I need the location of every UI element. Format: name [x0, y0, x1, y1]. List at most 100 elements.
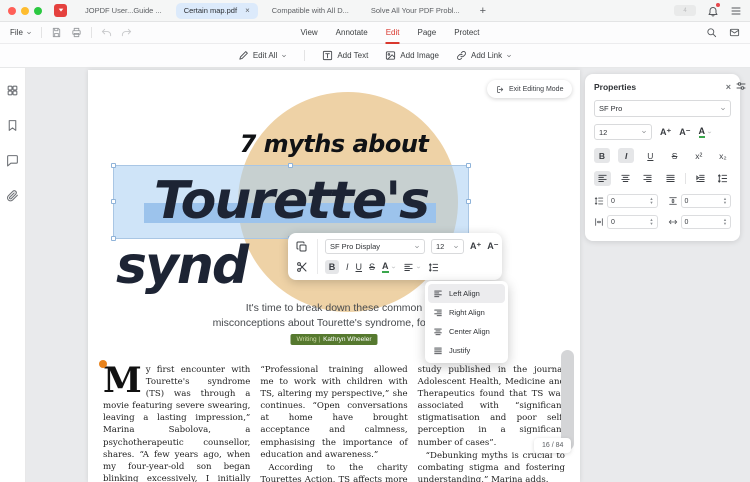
scrollbar-thumb[interactable]: [561, 350, 574, 450]
selection-handle[interactable]: [288, 163, 293, 168]
font-size-select[interactable]: 12: [431, 239, 464, 254]
font-color-button[interactable]: A: [699, 127, 713, 138]
spinner-value[interactable]: 0: [685, 198, 689, 205]
italic-button[interactable]: I: [346, 262, 349, 272]
indent-decrease-button[interactable]: [692, 171, 709, 186]
mail-icon[interactable]: [729, 27, 740, 38]
undo-icon[interactable]: [101, 27, 112, 38]
italic-button[interactable]: I: [618, 148, 634, 163]
text-selection-box[interactable]: Tourette's: [113, 165, 469, 239]
underline-button[interactable]: U: [642, 148, 658, 163]
page-indicator[interactable]: 16 / 84: [534, 438, 571, 453]
spinner-arrows[interactable]: ▲▼: [723, 197, 727, 205]
panel-toggle-button[interactable]: [735, 80, 747, 92]
close-icon[interactable]: ×: [726, 82, 731, 92]
align-justify-icon: [433, 346, 443, 356]
tab-compatible[interactable]: Compatible with All D...: [264, 3, 357, 19]
comment-icon[interactable]: [6, 154, 19, 167]
print-icon[interactable]: [71, 27, 82, 38]
line-spacing-stepper[interactable]: 0 ▲▼: [594, 194, 658, 208]
close-window-button[interactable]: [8, 7, 16, 15]
new-tab-button[interactable]: +: [474, 5, 492, 17]
exit-editing-mode-button[interactable]: Exit Editing Mode: [487, 80, 572, 98]
menu-item-view[interactable]: View: [300, 22, 317, 44]
selection-handle[interactable]: [111, 199, 116, 204]
font-color-button[interactable]: A: [382, 262, 396, 273]
orange-dot: [99, 360, 107, 368]
tab-solve[interactable]: Solve All Your PDF Probl...: [363, 3, 468, 19]
redo-icon[interactable]: [121, 27, 132, 38]
hamburger-menu-icon[interactable]: [730, 5, 742, 17]
selection-handle[interactable]: [466, 199, 471, 204]
menu-item-edit[interactable]: Edit: [386, 22, 400, 44]
minimize-window-button[interactable]: [21, 7, 29, 15]
indent-decrease-icon: [695, 173, 706, 184]
tab-certain-map[interactable]: Certain map.pdf ×: [176, 3, 258, 19]
scissors-icon[interactable]: [296, 261, 308, 273]
selection-handle[interactable]: [466, 163, 471, 168]
add-link-button[interactable]: Add Link: [456, 50, 512, 61]
selection-handle[interactable]: [111, 163, 116, 168]
superscript-button[interactable]: x²: [691, 148, 707, 163]
paperclip-icon[interactable]: [6, 189, 19, 202]
character-spacing-icon: [594, 217, 604, 227]
notifications-button[interactable]: [707, 5, 719, 17]
menu-item-annotate[interactable]: Annotate: [336, 22, 368, 44]
spinner-arrows[interactable]: ▲▼: [650, 197, 654, 205]
character-spacing-stepper[interactable]: 0 ▲▼: [594, 215, 658, 229]
menu-item-justify[interactable]: Justify: [428, 341, 505, 360]
spinner-value[interactable]: 0: [685, 219, 689, 226]
spinner-value[interactable]: 0: [611, 198, 615, 205]
alignment-button[interactable]: [403, 262, 421, 273]
tab-jopdf-user-guide[interactable]: JOPDF User...Guide ...: [77, 3, 170, 19]
menu-item-protect[interactable]: Protect: [454, 22, 479, 44]
alignment-dropdown-menu: Left Align Right Align Center Align Just…: [425, 281, 508, 363]
heading-line-3[interactable]: synd: [116, 236, 247, 296]
edit-all-button[interactable]: Edit All: [238, 50, 287, 61]
font-family-select[interactable]: SF Pro Display: [325, 239, 425, 254]
properties-font-select[interactable]: SF Pro: [594, 100, 731, 117]
titlebar-badge[interactable]: 4: [674, 5, 696, 16]
align-right-button[interactable]: [639, 171, 656, 186]
align-center-button[interactable]: [617, 171, 634, 186]
decrease-font-button[interactable]: A⁻: [487, 241, 498, 252]
add-text-button[interactable]: Add Text: [322, 50, 368, 61]
increase-font-button[interactable]: A⁺: [660, 127, 671, 138]
underline-button[interactable]: U: [356, 262, 363, 272]
thumbnails-grid-icon[interactable]: [6, 84, 19, 97]
spinner-value[interactable]: 0: [611, 219, 615, 226]
properties-size-select[interactable]: 12: [594, 124, 652, 140]
indent-increase-button[interactable]: [714, 171, 731, 186]
align-justify-button[interactable]: [662, 171, 679, 186]
bold-button[interactable]: B: [325, 260, 339, 274]
strikethrough-button[interactable]: S: [667, 148, 683, 163]
increase-font-button[interactable]: A⁺: [470, 241, 481, 252]
menu-item-page[interactable]: Page: [418, 22, 437, 44]
tab-close-icon[interactable]: ×: [245, 6, 250, 15]
bookmark-icon[interactable]: [6, 119, 19, 132]
bold-button[interactable]: B: [594, 148, 610, 163]
maximize-window-button[interactable]: [34, 7, 42, 15]
horizontal-scale-stepper[interactable]: 0 ▲▼: [668, 215, 732, 229]
save-icon[interactable]: [51, 27, 62, 38]
spinner-arrows[interactable]: ▲▼: [650, 218, 654, 226]
strikethrough-button[interactable]: S: [369, 262, 375, 272]
menu-item-right-align[interactable]: Right Align: [428, 303, 505, 322]
line-spacing-icon[interactable]: [428, 262, 439, 273]
file-menu-button[interactable]: File: [10, 28, 32, 37]
menu-item-label: Center Align: [449, 327, 490, 336]
search-icon[interactable]: [706, 27, 717, 38]
decrease-font-button[interactable]: A⁻: [679, 127, 690, 138]
align-left-button[interactable]: [594, 171, 611, 186]
copy-icon[interactable]: [296, 241, 308, 253]
tab-label: Compatible with All D...: [272, 6, 349, 15]
menu-item-center-align[interactable]: Center Align: [428, 322, 505, 341]
add-image-button[interactable]: Add Image: [385, 50, 439, 61]
heading-line-1[interactable]: 7 myths about: [88, 130, 580, 158]
subscript-button[interactable]: x₂: [715, 148, 731, 163]
menu-item-left-align[interactable]: Left Align: [428, 284, 505, 303]
heading-line-2[interactable]: Tourette's: [114, 166, 468, 236]
paragraph-spacing-stepper[interactable]: 0 ▲▼: [668, 194, 732, 208]
title-bar: JOPDF User...Guide ... Certain map.pdf ×…: [0, 0, 750, 22]
spinner-arrows[interactable]: ▲▼: [723, 218, 727, 226]
